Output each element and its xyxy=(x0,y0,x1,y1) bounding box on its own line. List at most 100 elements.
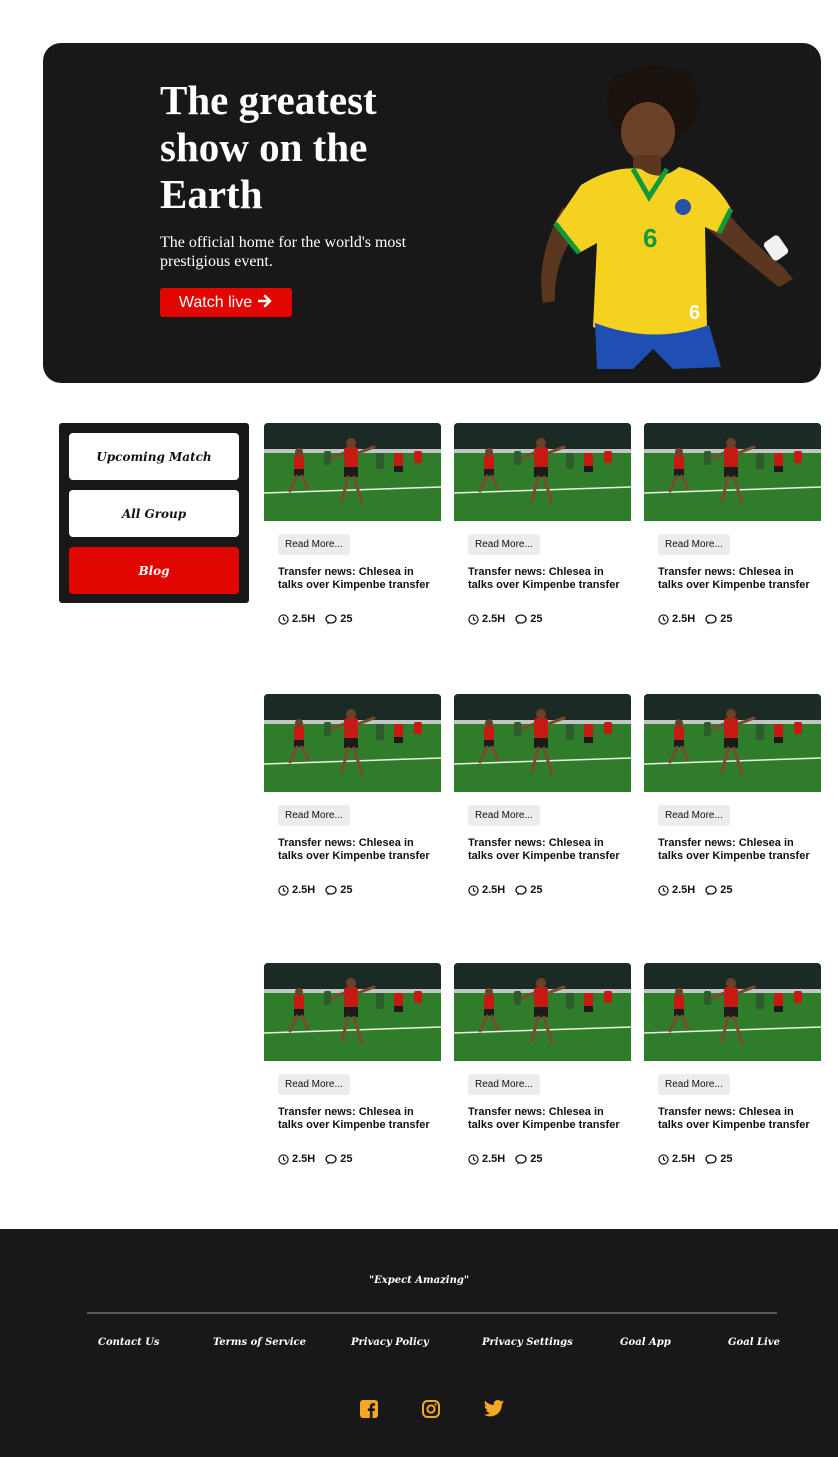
article-time: 2.5H xyxy=(482,884,506,896)
hero-player-image: 6 6 xyxy=(483,57,793,369)
article-card[interactable]: Read More... Transfer news: Chlesea in t… xyxy=(644,423,821,643)
footer-link-contact-us[interactable]: Contact Us xyxy=(98,1337,160,1348)
read-more-button[interactable]: Read More... xyxy=(468,534,540,555)
article-thumbnail[interactable] xyxy=(644,963,821,1061)
comment-icon xyxy=(705,884,717,895)
read-more-button[interactable]: Read More... xyxy=(468,805,540,826)
read-more-button[interactable]: Read More... xyxy=(278,534,350,555)
article-headline[interactable]: Transfer news: Chlesea in talks over Kim… xyxy=(658,837,818,863)
footer-link-goal-app[interactable]: Goal App xyxy=(620,1337,671,1348)
footer-divider xyxy=(87,1312,777,1314)
article-thumbnail[interactable] xyxy=(264,963,441,1061)
comment-icon xyxy=(325,884,337,895)
article-headline[interactable]: Transfer news: Chlesea in talks over Kim… xyxy=(468,1106,628,1132)
article-card[interactable]: Read More... Transfer news: Chlesea in t… xyxy=(454,423,631,643)
clock-icon xyxy=(658,1153,669,1165)
article-time: 2.5H xyxy=(672,613,696,625)
article-comment-count: 25 xyxy=(720,613,733,625)
svg-text:6: 6 xyxy=(689,302,700,324)
article-time: 2.5H xyxy=(482,613,506,625)
sidebar-item-upcoming-match[interactable]: Upcoming Match xyxy=(69,433,239,480)
article-headline[interactable]: Transfer news: Chlesea in talks over Kim… xyxy=(278,837,438,863)
article-meta: 2.5H 25 xyxy=(278,1153,363,1165)
clock-icon xyxy=(468,1153,479,1165)
instagram-icon[interactable] xyxy=(421,1399,443,1421)
article-comment-count: 25 xyxy=(720,1153,733,1165)
article-card[interactable]: Read More... Transfer news: Chlesea in t… xyxy=(264,423,441,643)
footer-link-goal-live[interactable]: Goal Live xyxy=(728,1337,780,1348)
article-meta: 2.5H 25 xyxy=(278,884,363,896)
article-thumbnail[interactable] xyxy=(644,423,821,521)
article-thumbnail[interactable] xyxy=(454,963,631,1061)
comment-icon xyxy=(705,1153,717,1164)
footer-link-terms-of-service[interactable]: Terms of Service xyxy=(213,1337,306,1348)
clock-icon xyxy=(658,613,669,625)
comment-icon xyxy=(705,613,717,624)
comment-icon xyxy=(515,884,527,895)
article-card[interactable]: Read More... Transfer news: Chlesea in t… xyxy=(264,963,441,1183)
article-card[interactable]: Read More... Transfer news: Chlesea in t… xyxy=(264,694,441,914)
article-card[interactable]: Read More... Transfer news: Chlesea in t… xyxy=(454,963,631,1183)
clock-icon xyxy=(278,884,289,896)
hero-title: The greatest show on the Earth xyxy=(160,77,377,217)
arrow-right-icon xyxy=(257,292,273,313)
read-more-button[interactable]: Read More... xyxy=(468,1074,540,1095)
article-meta: 2.5H 25 xyxy=(468,1153,553,1165)
clock-icon xyxy=(468,884,479,896)
article-thumbnail[interactable] xyxy=(454,423,631,521)
footer-link-privacy-policy[interactable]: Privacy Policy xyxy=(351,1337,429,1348)
read-more-button[interactable]: Read More... xyxy=(658,805,730,826)
article-time: 2.5H xyxy=(292,1153,316,1165)
footer-link-privacy-settings[interactable]: Privacy Settings xyxy=(482,1337,573,1348)
article-thumbnail[interactable] xyxy=(644,694,821,792)
article-comment-count: 25 xyxy=(340,613,353,625)
clock-icon xyxy=(468,613,479,625)
article-card[interactable]: Read More... Transfer news: Chlesea in t… xyxy=(644,963,821,1183)
comment-icon xyxy=(515,1153,527,1164)
article-meta: 2.5H 25 xyxy=(468,613,553,625)
watch-live-button[interactable]: Watch live xyxy=(160,288,292,317)
article-thumbnail[interactable] xyxy=(264,694,441,792)
article-thumbnail[interactable] xyxy=(264,423,441,521)
hero-banner: The greatest show on the Earth The offic… xyxy=(43,43,821,383)
article-comment-count: 25 xyxy=(530,613,543,625)
article-headline[interactable]: Transfer news: Chlesea in talks over Kim… xyxy=(658,1106,818,1132)
read-more-button[interactable]: Read More... xyxy=(658,534,730,555)
watch-live-label: Watch live xyxy=(178,293,253,311)
article-thumbnail[interactable] xyxy=(454,694,631,792)
svg-text:6: 6 xyxy=(643,223,657,253)
article-card[interactable]: Read More... Transfer news: Chlesea in t… xyxy=(644,694,821,914)
read-more-button[interactable]: Read More... xyxy=(278,1074,350,1095)
clock-icon xyxy=(278,1153,289,1165)
article-time: 2.5H xyxy=(672,1153,696,1165)
article-meta: 2.5H 25 xyxy=(278,613,363,625)
article-comment-count: 25 xyxy=(530,884,543,896)
article-comment-count: 25 xyxy=(530,1153,543,1165)
twitter-icon[interactable] xyxy=(483,1399,505,1421)
hero-subtitle: The official home for the world's most p… xyxy=(160,234,407,270)
read-more-button[interactable]: Read More... xyxy=(278,805,350,826)
comment-icon xyxy=(325,1153,337,1164)
comment-icon xyxy=(325,613,337,624)
article-meta: 2.5H 25 xyxy=(658,1153,743,1165)
article-headline[interactable]: Transfer news: Chlesea in talks over Kim… xyxy=(658,566,818,592)
article-comment-count: 25 xyxy=(340,884,353,896)
article-time: 2.5H xyxy=(672,884,696,896)
article-time: 2.5H xyxy=(482,1153,506,1165)
article-comment-count: 25 xyxy=(720,884,733,896)
footer: "Expect Amazing" Contact Us Terms of Ser… xyxy=(0,1229,838,1457)
article-time: 2.5H xyxy=(292,613,316,625)
article-headline[interactable]: Transfer news: Chlesea in talks over Kim… xyxy=(278,1106,438,1132)
article-headline[interactable]: Transfer news: Chlesea in talks over Kim… xyxy=(468,566,628,592)
read-more-button[interactable]: Read More... xyxy=(658,1074,730,1095)
article-meta: 2.5H 25 xyxy=(468,884,553,896)
article-headline[interactable]: Transfer news: Chlesea in talks over Kim… xyxy=(278,566,438,592)
article-meta: 2.5H 25 xyxy=(658,884,743,896)
facebook-icon[interactable] xyxy=(359,1399,381,1421)
sidebar-item-blog[interactable]: Blog xyxy=(69,547,239,594)
sidebar-item-all-group[interactable]: All Group xyxy=(69,490,239,537)
article-time: 2.5H xyxy=(292,884,316,896)
article-headline[interactable]: Transfer news: Chlesea in talks over Kim… xyxy=(468,837,628,863)
comment-icon xyxy=(515,613,527,624)
article-card[interactable]: Read More... Transfer news: Chlesea in t… xyxy=(454,694,631,914)
